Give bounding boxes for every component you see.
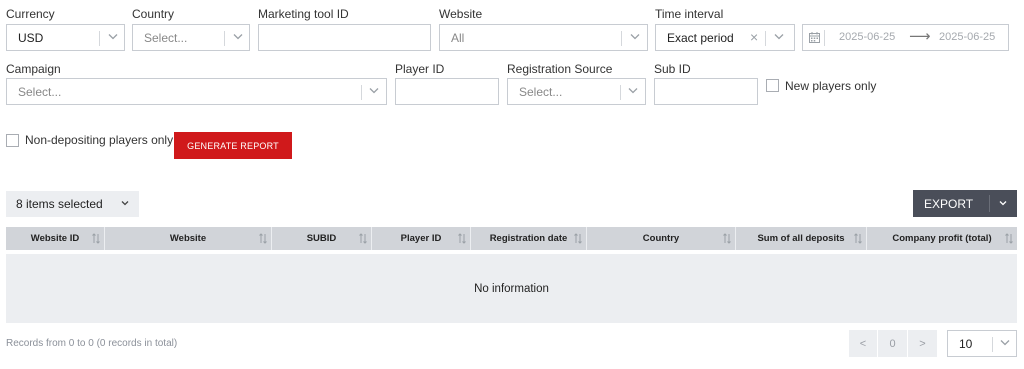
arrow-right-icon: ⟶ (909, 28, 931, 45)
registration-source-placeholder: Select... (519, 85, 563, 99)
column-header[interactable]: Player ID (372, 227, 471, 250)
column-header[interactable]: Country (587, 227, 736, 250)
chevron-down-icon[interactable] (997, 197, 1009, 212)
column-header-label: Website (169, 233, 207, 244)
registration-source-select[interactable]: Select... (507, 78, 646, 105)
page-size-value: 10 (959, 337, 973, 351)
sort-icon[interactable] (458, 233, 466, 244)
column-header-label: SUBID (306, 233, 337, 244)
time-interval-value: Exact period (667, 31, 734, 45)
new-players-only-checkbox[interactable] (766, 79, 779, 92)
currency-select[interactable]: USD (6, 24, 125, 51)
new-players-only-label: New players only (785, 79, 877, 93)
column-header[interactable]: Website (105, 227, 272, 250)
select-divider (765, 31, 766, 46)
prev-page-button[interactable]: < (849, 330, 877, 357)
currency-label: Currency (6, 7, 55, 21)
chevron-down-icon[interactable] (626, 83, 640, 97)
sort-icon[interactable] (359, 233, 367, 244)
country-label: Country (132, 7, 175, 21)
time-interval-select[interactable]: Exact period × (655, 24, 795, 51)
export-divider (989, 195, 990, 212)
column-header[interactable]: Registration date (471, 227, 587, 250)
country-select[interactable]: Select... (132, 24, 250, 51)
column-header-label: Country (642, 233, 680, 244)
player-id-label: Player ID (395, 62, 445, 76)
page-number-label: 0 (889, 337, 896, 350)
export-button[interactable]: EXPORT (913, 190, 1017, 217)
date-from[interactable]: 2025-06-25 (839, 31, 895, 43)
column-header-label: Website ID (30, 233, 80, 244)
sort-icon[interactable] (259, 233, 267, 244)
select-divider (620, 85, 621, 100)
chevron-down-icon (119, 197, 131, 212)
column-header[interactable]: Company profit (total) (867, 227, 1017, 250)
non-depositing-label: Non-depositing players only (25, 133, 174, 147)
marketing-tool-id-input[interactable] (258, 24, 431, 51)
country-placeholder: Select... (144, 31, 188, 45)
chevron-down-icon[interactable] (772, 29, 786, 43)
next-page-button[interactable]: > (908, 330, 937, 357)
empty-state-text: No information (474, 282, 549, 295)
registration-source-label: Registration Source (507, 62, 613, 76)
chevron-down-icon[interactable] (628, 29, 642, 43)
column-header-label: Registration date (489, 233, 568, 244)
prev-page-label: < (859, 337, 867, 350)
records-summary: Records from 0 to 0 (0 records in total) (6, 338, 178, 349)
sort-icon[interactable] (854, 233, 862, 244)
column-header[interactable]: SUBID (272, 227, 372, 250)
website-value: All (451, 31, 465, 45)
non-depositing-checkbox[interactable] (6, 134, 19, 147)
column-selector-button[interactable]: 8 items selected (6, 191, 139, 217)
sort-icon[interactable] (1005, 233, 1013, 244)
column-header[interactable]: Website ID (6, 227, 105, 250)
campaign-label: Campaign (6, 62, 61, 76)
select-divider (992, 337, 993, 352)
select-divider (224, 31, 225, 46)
select-divider (361, 85, 362, 100)
player-id-input[interactable] (395, 78, 499, 105)
chevron-down-icon[interactable] (106, 29, 120, 43)
column-header[interactable]: Sum of all deposits (736, 227, 867, 250)
chevron-down-icon[interactable] (998, 335, 1012, 349)
website-label: Website (439, 7, 483, 21)
table-body: No information (6, 254, 1017, 323)
clear-icon[interactable]: × (750, 29, 758, 45)
next-page-label: > (919, 337, 926, 350)
sort-icon[interactable] (92, 233, 100, 244)
date-range-picker[interactable]: 2025-06-25 ⟶ 2025-06-25 (802, 24, 1009, 51)
calendar-icon (809, 32, 820, 46)
time-interval-label: Time interval (655, 7, 724, 21)
column-header-label: Company profit (total) (892, 233, 992, 244)
column-header-label: Player ID (400, 233, 442, 244)
website-select[interactable]: All (439, 24, 648, 51)
marketing-tool-id-label: Marketing tool ID (258, 7, 349, 21)
column-header-label: Sum of all deposits (757, 233, 845, 244)
sort-icon[interactable] (723, 233, 731, 244)
campaign-placeholder: Select... (18, 85, 62, 99)
page-number: 0 (878, 330, 907, 357)
generate-report-button[interactable]: GENERATE REPORT (174, 132, 292, 159)
date-divider (824, 30, 825, 46)
table-header: Website ID Website SUBID Player ID Regis… (6, 227, 1017, 250)
sub-id-input[interactable] (654, 78, 758, 105)
select-divider (621, 31, 622, 46)
column-selector-label: 8 items selected (16, 197, 103, 211)
currency-value: USD (18, 31, 44, 45)
date-to[interactable]: 2025-06-25 (939, 31, 995, 43)
chevron-down-icon[interactable] (231, 29, 245, 43)
sort-icon[interactable] (574, 233, 582, 244)
page-size-select[interactable]: 10 (947, 330, 1017, 357)
export-label: EXPORT (924, 196, 974, 211)
select-divider (99, 31, 100, 46)
campaign-select[interactable]: Select... (6, 78, 387, 105)
chevron-down-icon[interactable] (367, 83, 381, 97)
sub-id-label: Sub ID (654, 62, 691, 76)
